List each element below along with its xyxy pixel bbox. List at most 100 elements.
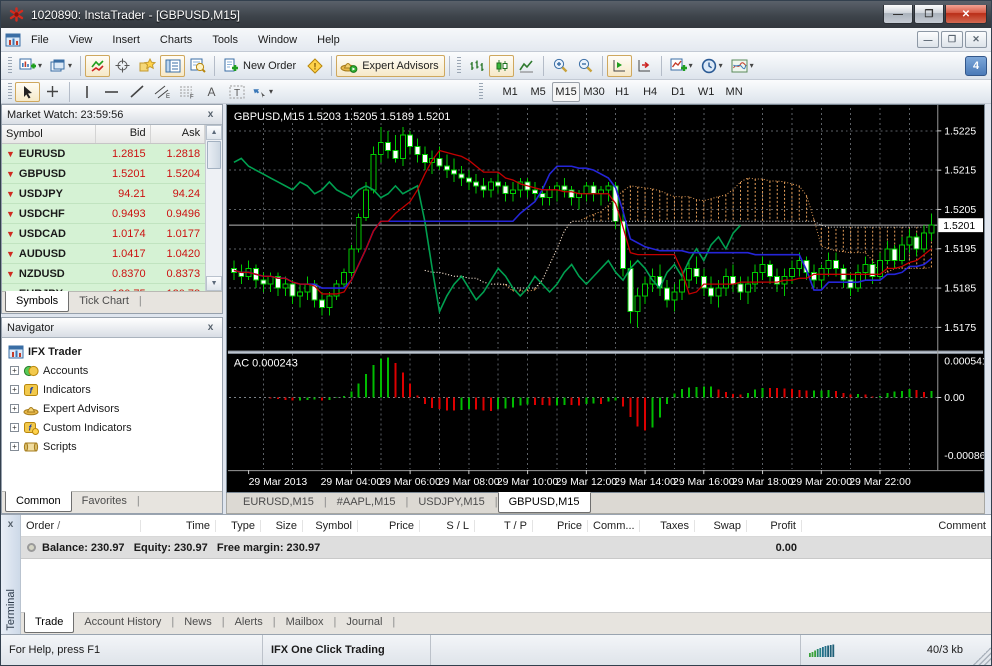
chart-tab--aapl-m15[interactable]: #AAPL,M15 [327,493,406,512]
periods-button[interactable]: ▾ [697,55,727,77]
templates-button[interactable]: ▾ [727,55,758,77]
terminal-column-taxes[interactable]: Taxes [640,520,695,532]
scrollbar-thumb[interactable] [207,141,221,169]
menu-charts[interactable]: Charts [150,31,202,49]
tab-tick-chart[interactable]: Tick Chart [69,292,139,311]
terminal-column-type[interactable]: Type [216,520,261,532]
market-watch-row[interactable]: ▼USDCAD1.01741.0177 [2,224,205,244]
navigator-item-root[interactable]: IFX Trader [4,342,220,361]
market-watch-row[interactable]: ▼USDCHF0.94930.9496 [2,204,205,224]
child-minimize-button[interactable]: — [917,31,939,48]
tab-common[interactable]: Common [5,491,72,512]
chart-tab-gbpusd-m15[interactable]: GBPUSD,M15 [498,492,591,513]
market-watch-scrollbar[interactable]: ▲ ▼ [205,125,222,291]
market-watch-row[interactable]: ▼NZDUSD0.83700.8373 [2,264,205,284]
expand-icon[interactable]: + [10,366,19,375]
equidistant-channel-button[interactable]: E [149,82,174,102]
navigator-item-accounts[interactable]: +Accounts [4,361,220,380]
terminal-column-order[interactable]: Order / [21,520,141,532]
market-watch-row[interactable]: ▼USDJPY94.2194.24 [2,184,205,204]
expand-icon[interactable]: + [10,404,19,413]
market-watch-toggle[interactable] [160,55,185,77]
tick-chart-toggle[interactable] [85,55,110,77]
terminal-tab-alerts[interactable]: Alerts [225,613,273,632]
child-restore-button[interactable]: ❐ [941,31,963,48]
navigator-item-custom-indicators[interactable]: +fCustom Indicators [4,418,220,437]
market-watch-close-icon[interactable]: x [204,108,217,121]
menu-insert[interactable]: Insert [102,31,150,49]
resize-grip[interactable] [973,647,991,665]
tab-favorites[interactable]: Favorites [72,492,137,511]
chart-tab-usdjpy-m15[interactable]: USDJPY,M15 [408,493,494,512]
status-one-click[interactable]: IFX One Click Trading [263,635,431,665]
fibonacci-button[interactable]: F [174,82,199,102]
chart-canvas[interactable]: 1.52251.52151.52051.51951.51851.51751.52… [226,104,985,493]
period-button-m1[interactable]: M1 [496,82,524,102]
terminal-close-icon[interactable]: x [4,518,17,531]
terminal-column-price[interactable]: Price [358,520,420,532]
expand-icon[interactable]: + [10,442,19,451]
candlestick-type-button[interactable] [489,55,514,77]
scroll-up-icon[interactable]: ▲ [206,125,222,140]
expert-advisors-button[interactable]: Expert Advisors [336,55,444,77]
navigator-item-scripts[interactable]: +Scripts [4,437,220,456]
chart-tab-eurusd-m15[interactable]: EURUSD,M15 [233,493,324,512]
toolbar-grip[interactable] [8,83,12,101]
navigator-close-icon[interactable]: x [204,321,217,334]
line-chart-type-button[interactable] [514,55,539,77]
menu-window[interactable]: Window [248,31,307,49]
terminal-tab-news[interactable]: News [174,613,222,632]
zoom-in-button[interactable] [548,55,573,77]
column-header-bid[interactable]: Bid [96,125,151,143]
cursor-button[interactable] [15,82,40,102]
period-button-h1[interactable]: H1 [608,82,636,102]
child-window-icon[interactable] [5,33,21,47]
notifications-badge[interactable]: 4 [965,56,987,76]
expand-icon[interactable]: + [10,385,19,394]
navigator-item-indicators[interactable]: +fIndicators [4,380,220,399]
new-order-button[interactable]: New Order [219,55,302,77]
terminal-tab-account-history[interactable]: Account History [74,613,171,632]
indicators-button[interactable]: ▾ [666,55,697,77]
text-button[interactable]: A [199,82,224,102]
horizontal-line-button[interactable] [99,82,124,102]
arrows-button[interactable]: ▾ [249,82,277,102]
terminal-column-profit[interactable]: Profit [747,520,802,532]
period-button-m30[interactable]: M30 [580,82,608,102]
vertical-line-button[interactable] [74,82,99,102]
profiles-button[interactable]: ▾ [46,55,76,77]
terminal-column-size[interactable]: Size [261,520,303,532]
terminal-tab-trade[interactable]: Trade [24,612,74,633]
close-button[interactable]: ✕ [945,5,987,24]
column-header-ask[interactable]: Ask [151,125,206,143]
bar-chart-type-button[interactable] [464,55,489,77]
toolbar-grip[interactable] [457,57,461,75]
crosshair-button[interactable] [110,55,135,77]
expand-icon[interactable]: + [10,423,19,432]
zoom-out-button[interactable] [573,55,598,77]
terminal-column-price[interactable]: Price [533,520,588,532]
favorites-button[interactable] [135,55,160,77]
toolbar-grip[interactable] [8,57,12,75]
text-label-button[interactable]: T [224,82,249,102]
menu-view[interactable]: View [59,31,103,49]
period-button-h4[interactable]: H4 [636,82,664,102]
terminal-column-symbol[interactable]: Symbol [303,520,358,532]
new-chart-button[interactable]: ▾ [15,55,46,77]
toolbar-grip[interactable] [479,83,483,101]
menu-file[interactable]: File [21,31,59,49]
market-watch-row[interactable]: ▼EURJPY120.75120.78 [2,284,205,291]
period-button-d1[interactable]: D1 [664,82,692,102]
tab-symbols[interactable]: Symbols [5,291,69,312]
terminal-column-comment[interactable]: Comment [802,520,991,532]
menu-tools[interactable]: Tools [202,31,248,49]
terminal-column-sl[interactable]: S / L [420,520,475,532]
trendline-button[interactable] [124,82,149,102]
market-watch-row[interactable]: ▼EURUSD1.28151.2818 [2,144,205,164]
terminal-column-comm[interactable]: Comm... [588,520,640,532]
terminal-column-swap[interactable]: Swap [695,520,747,532]
market-watch-row[interactable]: ▼GBPUSD1.52011.5204 [2,164,205,184]
market-watch-row[interactable]: ▼AUDUSD1.04171.0420 [2,244,205,264]
period-button-m15[interactable]: M15 [552,82,580,102]
chart-shift-button[interactable] [632,55,657,77]
